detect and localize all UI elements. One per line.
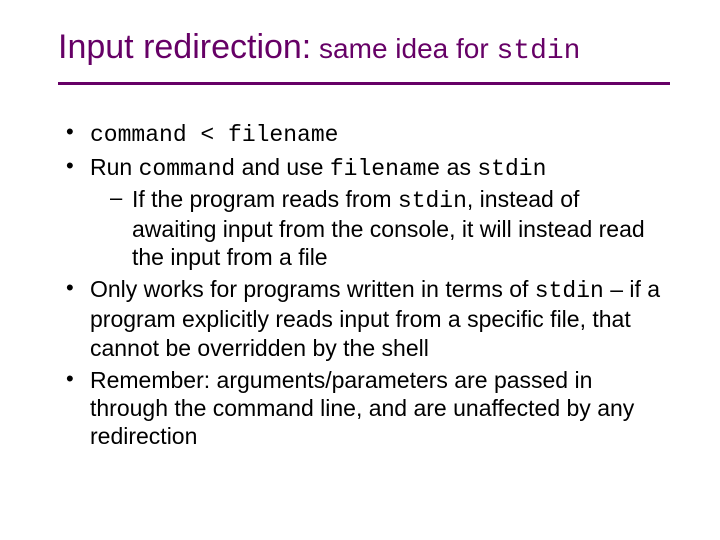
bullet-1: command < filename [62, 119, 670, 149]
bullet-1-code: command < filename [90, 122, 338, 148]
bullet-3: Only works for programs written in terms… [62, 275, 670, 361]
bullet-2-code2: filename [330, 156, 440, 182]
bullet-3-code: stdin [535, 278, 604, 304]
title-tail-text: same idea for [311, 33, 496, 64]
bullet-2-sub-pre: If the program reads from [132, 186, 398, 212]
bullet-2-sublist: If the program reads from stdin, instead… [90, 185, 670, 271]
bullet-3-pre: Only works for programs written in terms… [90, 276, 535, 302]
bullet-2-sub: If the program reads from stdin, instead… [108, 185, 670, 271]
bullet-2: Run command and use filename as stdin If… [62, 153, 670, 271]
bullet-2-code3: stdin [477, 156, 546, 182]
bullet-2-sub-code: stdin [398, 188, 467, 214]
slide: Input redirection: same idea for stdin c… [0, 0, 720, 540]
slide-title: Input redirection: same idea for stdin [58, 28, 670, 85]
bullet-list: command < filename Run command and use f… [58, 119, 670, 450]
bullet-2-mid: and use [235, 154, 330, 180]
bullet-4: Remember: arguments/parameters are passe… [62, 366, 670, 450]
bullet-2-mid2: as [440, 154, 477, 180]
bullet-4-text: Remember: arguments/parameters are passe… [90, 367, 634, 449]
bullet-2-pre: Run [90, 154, 139, 180]
title-tail-code: stdin [496, 36, 580, 67]
bullet-2-code1: command [139, 156, 236, 182]
title-main: Input redirection: [58, 28, 311, 66]
